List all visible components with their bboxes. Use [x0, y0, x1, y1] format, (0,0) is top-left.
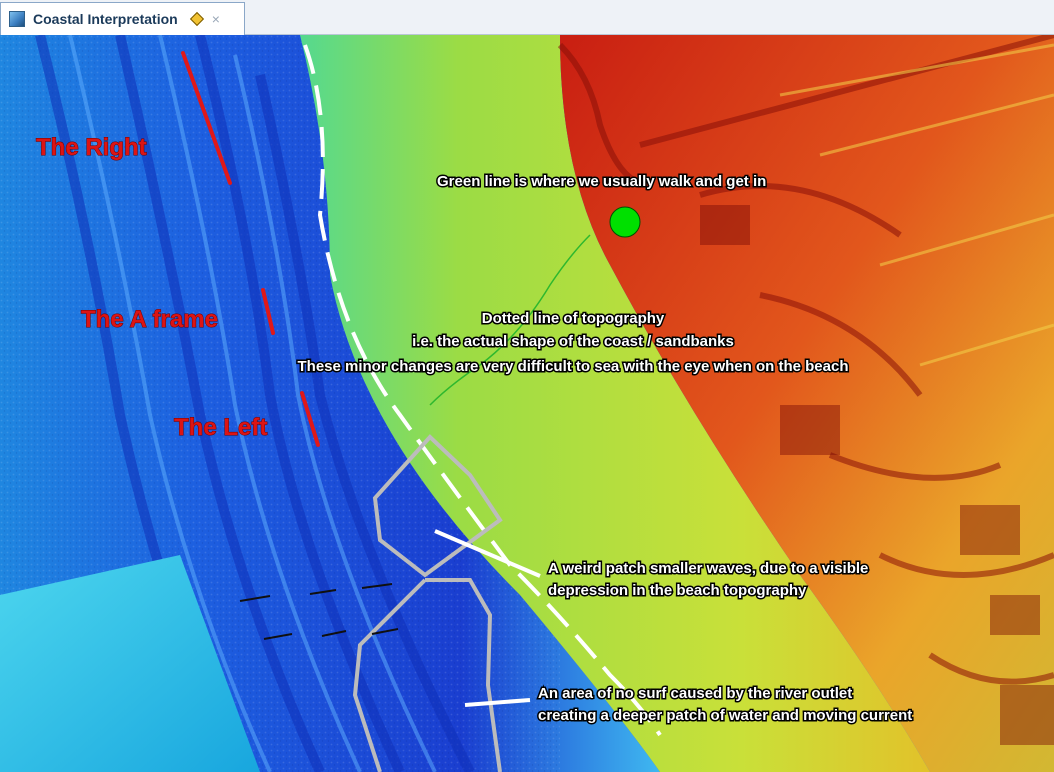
note-topography-3: These minor changes are very difficult t… — [298, 358, 849, 375]
note-topography-1: Dotted line of topography — [482, 310, 665, 327]
map-view[interactable]: The Right The A frame The Left Green lin… — [0, 35, 1054, 772]
document-tab-bar: Coastal Interpretation × — [0, 0, 1054, 35]
label-the-left: The Left — [174, 414, 267, 441]
pin-icon[interactable] — [189, 11, 204, 27]
close-icon[interactable]: × — [212, 11, 220, 27]
note-river-1: An area of no surf caused by the river o… — [538, 685, 852, 702]
tab-coastal-interpretation[interactable]: Coastal Interpretation × — [0, 2, 245, 35]
note-river-2: creating a deeper patch of water and mov… — [538, 707, 912, 724]
entry-point-marker[interactable] — [609, 206, 641, 238]
note-patch-2: depression in the beach topography — [548, 582, 807, 599]
tab-title: Coastal Interpretation — [33, 11, 178, 27]
note-topography-2: i.e. the actual shape of the coast / san… — [412, 333, 734, 350]
map-document-icon — [9, 11, 25, 27]
label-the-right: The Right — [36, 134, 147, 161]
elevation-map[interactable]: The Right The A frame The Left Green lin… — [0, 35, 1054, 772]
label-the-a-frame: The A frame — [81, 306, 218, 333]
note-patch-1: A weird patch smaller waves, due to a vi… — [548, 560, 868, 577]
note-green-line: Green line is where we usually walk and … — [437, 173, 766, 190]
